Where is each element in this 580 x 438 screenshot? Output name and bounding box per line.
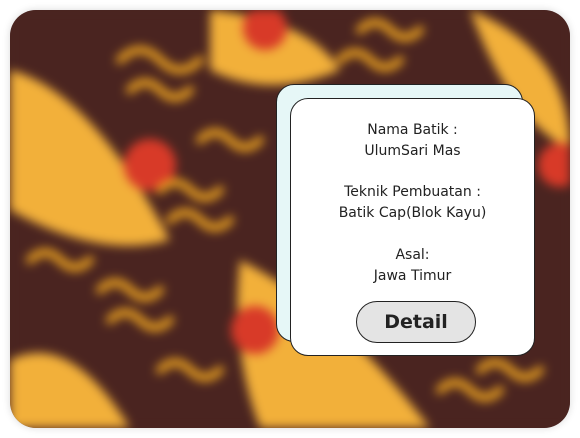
technique-value: Batik Cap(Blok Kayu)	[338, 205, 487, 221]
technique-label: Teknik Pembuatan :	[344, 184, 481, 200]
origin-label: Asal:	[395, 247, 430, 263]
batik-info-card: Nama Batik : UlumSari Mas Teknik Pembuat…	[290, 98, 535, 356]
batik-name-value: UlumSari Mas	[364, 143, 461, 159]
batik-name-label: Nama Batik :	[367, 122, 458, 138]
batik-name-field: Nama Batik : UlumSari Mas	[291, 120, 534, 162]
origin-value: Jawa Timur	[373, 268, 452, 284]
technique-field: Teknik Pembuatan : Batik Cap(Blok Kayu)	[291, 182, 534, 224]
detail-button[interactable]: Detail	[356, 301, 476, 343]
origin-field: Asal: Jawa Timur	[291, 245, 534, 287]
